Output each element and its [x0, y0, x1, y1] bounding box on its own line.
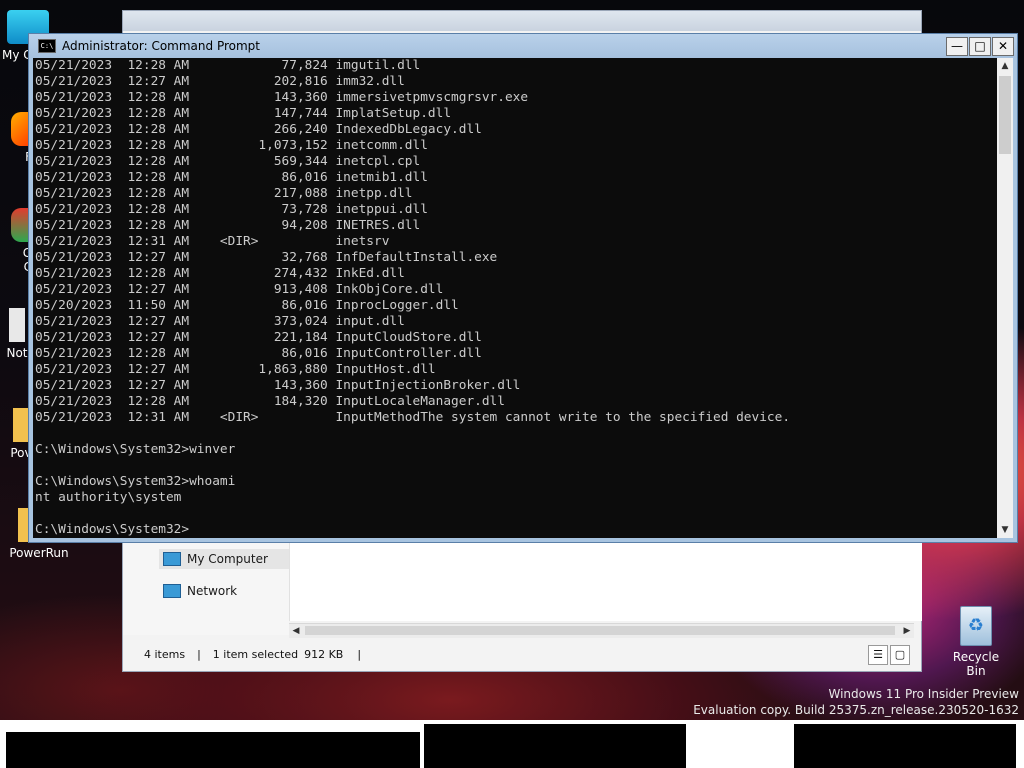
network-icon — [163, 584, 181, 598]
console-line: 05/20/2023 11:50 AM 86,016 InprocLogger.… — [35, 298, 459, 313]
console-line: 05/21/2023 12:27 AM 221,184 InputCloudSt… — [35, 330, 482, 345]
console-line: 05/21/2023 12:28 AM 184,320 InputLocaleM… — [35, 394, 505, 409]
status-selected: 1 item selected — [212, 647, 299, 661]
console-line: C:\Windows\System32>winver — [35, 442, 236, 457]
command-prompt-window[interactable]: C:\ Administrator: Command Prompt — □ ✕ … — [28, 33, 1018, 543]
close-button[interactable]: ✕ — [992, 37, 1014, 56]
desktop-icon-notepad[interactable]: Not — [6, 308, 28, 360]
console-output[interactable]: 05/21/2023 12:28 AM 77,824 imgutil.dll 05… — [33, 58, 997, 538]
explorer-nav-pane: My Computer Network — [123, 543, 291, 635]
console-line: 05/21/2023 12:28 AM 274,432 InkEd.dll — [35, 266, 405, 281]
explorer-content-pane[interactable] — [289, 543, 922, 621]
console-line: C:\Windows\System32>whoami — [35, 474, 236, 489]
console-line: 05/21/2023 12:27 AM 373,024 input.dll — [35, 314, 405, 329]
notepad-icon — [9, 308, 25, 342]
cmd-titlebar[interactable]: C:\ Administrator: Command Prompt — □ ✕ — [29, 34, 1017, 58]
redaction-block — [424, 724, 686, 768]
nav-item-label: Network — [187, 584, 238, 598]
console-line: 05/21/2023 12:27 AM 202,816 imm32.dll — [35, 74, 405, 89]
status-item-count: 4 items — [144, 647, 186, 661]
status-divider: | — [197, 647, 201, 661]
console-line: nt authority\system — [35, 490, 182, 505]
console-line: 05/21/2023 12:28 AM 86,016 InputControll… — [35, 346, 482, 361]
scroll-up-icon[interactable]: ▲ — [997, 58, 1013, 74]
status-size: 912 KB — [304, 647, 344, 661]
desktop-icon-label: PowerRun — [9, 546, 69, 560]
console-line: 05/21/2023 12:27 AM 913,408 InkObjCore.d… — [35, 282, 444, 297]
status-divider: | — [357, 647, 362, 661]
tiles-view-button[interactable]: ▢ — [890, 645, 910, 665]
console-line: 05/21/2023 12:31 AM <DIR> InputMethodThe… — [35, 410, 791, 425]
console-line: 05/21/2023 12:28 AM 569,344 inetcpl.cpl — [35, 154, 421, 169]
scroll-down-icon[interactable]: ▼ — [997, 522, 1013, 538]
horizontal-scrollbar[interactable]: ◀ ▶ — [289, 623, 914, 638]
console-line: 05/21/2023 12:28 AM 143,360 immersivetpm… — [35, 90, 529, 105]
explorer-titlebar[interactable] — [123, 11, 921, 31]
console-line: 05/21/2023 12:27 AM 1,863,880 InputHost.… — [35, 362, 436, 377]
scroll-left-icon[interactable]: ◀ — [289, 624, 303, 638]
desktop-icon-recycle-bin[interactable]: ♻ Recycle Bin — [944, 606, 1008, 678]
nav-item-network[interactable]: Network — [163, 581, 237, 601]
scroll-right-icon[interactable]: ▶ — [900, 624, 914, 638]
watermark-line-1: Windows 11 Pro Insider Preview — [828, 687, 1019, 701]
redaction-block — [6, 732, 420, 768]
folder-icon — [13, 408, 29, 442]
console-line: C:\Windows\System32> — [35, 522, 190, 537]
recycle-bin-label: Recycle Bin — [952, 650, 1000, 678]
maximize-button[interactable]: □ — [969, 37, 991, 56]
taskbar — [0, 720, 1024, 768]
console-line: 05/21/2023 12:31 AM <DIR> inetsrv — [35, 234, 390, 249]
window-title: Administrator: Command Prompt — [62, 39, 260, 53]
computer-icon — [163, 552, 181, 566]
console-line: 05/21/2023 12:28 AM 217,088 inetpp.dll — [35, 186, 413, 201]
console-line: 05/21/2023 12:28 AM 94,208 INETRES.dll — [35, 218, 421, 233]
nav-item-my-computer[interactable]: My Computer — [159, 549, 291, 569]
console-line: 05/21/2023 12:28 AM 73,728 inetppui.dll — [35, 202, 428, 217]
scroll-thumb[interactable] — [305, 626, 895, 635]
details-view-button[interactable]: ☰ — [868, 645, 888, 665]
nav-item-label: My Computer — [187, 552, 268, 566]
console-line: 05/21/2023 12:28 AM 1,073,152 inetcomm.d… — [35, 138, 428, 153]
recycle-bin-icon: ♻ — [960, 606, 992, 646]
console-line: 05/21/2023 12:28 AM 77,824 imgutil.dll — [35, 58, 421, 73]
explorer-statusbar: 4 items | 1 item selected 912 KB | ☰ ▢ — [123, 639, 921, 669]
vertical-scrollbar[interactable]: ▲ ▼ — [997, 58, 1013, 538]
cmd-icon: C:\ — [38, 39, 56, 53]
scroll-thumb[interactable] — [999, 76, 1011, 154]
windows-watermark: Windows 11 Pro Insider Preview Evaluatio… — [693, 686, 1019, 718]
console-line: 05/21/2023 12:28 AM 266,240 IndexedDbLeg… — [35, 122, 482, 137]
minimize-button[interactable]: — — [946, 37, 968, 56]
desktop-icon-label: Not — [6, 346, 28, 360]
console-line: 05/21/2023 12:28 AM 147,744 ImplatSetup.… — [35, 106, 452, 121]
console-line: 05/21/2023 12:27 AM 143,360 InputInjecti… — [35, 378, 521, 393]
redaction-block — [794, 724, 1016, 768]
console-line: 05/21/2023 12:27 AM 32,768 InfDefaultIns… — [35, 250, 498, 265]
watermark-line-2: Evaluation copy. Build 25375.zn_release.… — [693, 703, 1019, 717]
console-area[interactable]: 05/21/2023 12:28 AM 77,824 imgutil.dll 05… — [33, 58, 997, 538]
console-line: 05/21/2023 12:28 AM 86,016 inetmib1.dll — [35, 170, 428, 185]
